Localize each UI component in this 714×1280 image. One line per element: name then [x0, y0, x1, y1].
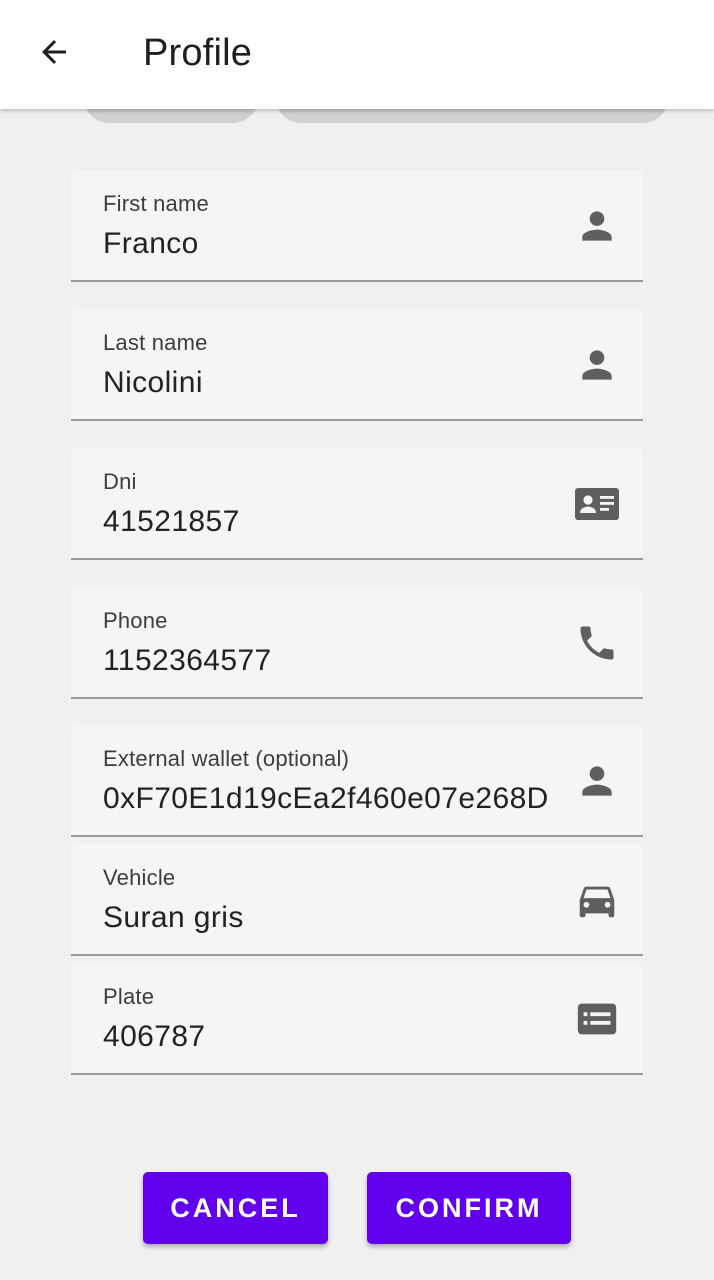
- dni-field[interactable]: Dni 41521857: [71, 448, 643, 560]
- field-label: External wallet (optional): [103, 746, 350, 771]
- field-value[interactable]: 1152364577: [103, 644, 549, 678]
- arrow-back-icon: [36, 34, 72, 75]
- phone-field[interactable]: Phone 1152364577: [71, 587, 643, 699]
- car-icon: [573, 876, 621, 924]
- person-icon: [573, 202, 621, 250]
- field-label: Phone: [103, 608, 168, 633]
- vehicle-field[interactable]: Vehicle Suran gris: [71, 844, 643, 956]
- field-label: Dni: [103, 469, 137, 494]
- first-name-field[interactable]: First name Franco: [71, 170, 643, 282]
- back-button[interactable]: [24, 30, 88, 78]
- field-label: Plate: [103, 984, 155, 1009]
- app-bar: Profile: [0, 0, 714, 109]
- last-name-field[interactable]: Last name Nicolini: [71, 309, 643, 421]
- external-wallet-field[interactable]: External wallet (optional) 0xF70E1d19cEa…: [71, 725, 643, 837]
- cancel-button[interactable]: CANCEL: [143, 1172, 328, 1244]
- plate-field[interactable]: Plate 406787: [71, 963, 643, 1075]
- person-icon: [573, 341, 621, 389]
- field-label: Last name: [103, 330, 208, 355]
- person-icon: [573, 757, 621, 805]
- field-value[interactable]: 41521857: [103, 505, 549, 539]
- field-label: Vehicle: [103, 865, 176, 890]
- field-value[interactable]: 406787: [103, 1020, 549, 1054]
- field-value[interactable]: Franco: [103, 227, 549, 261]
- field-value[interactable]: 0xF70E1d19cEa2f460e07e268D: [103, 782, 549, 816]
- field-value[interactable]: Nicolini: [103, 366, 549, 400]
- id-card-icon: [573, 480, 621, 528]
- confirm-button[interactable]: CONFIRM: [367, 1172, 571, 1244]
- page-title: Profile: [143, 32, 253, 74]
- field-label: First name: [103, 191, 209, 216]
- plate-icon: [573, 995, 621, 1043]
- phone-icon: [573, 619, 621, 667]
- field-value[interactable]: Suran gris: [103, 901, 549, 935]
